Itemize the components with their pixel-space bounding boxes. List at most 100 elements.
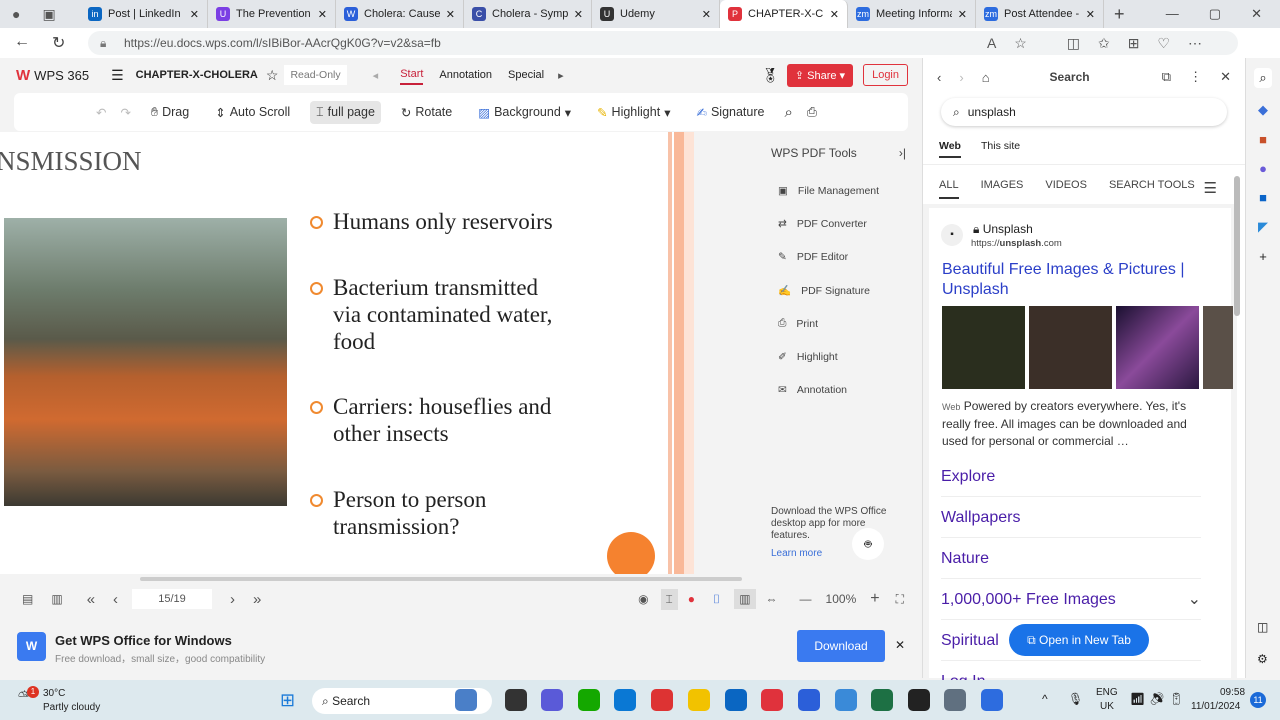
region[interactable]: UK (1100, 701, 1114, 712)
taskbar-app-icon[interactable] (651, 689, 673, 711)
taskbar-app-icon[interactable] (688, 689, 710, 711)
search-input[interactable]: ⌕ unsplash (941, 98, 1227, 126)
add-icon[interactable]: + (1259, 249, 1267, 264)
browser-tab[interactable]: zm Post Attendee - ✕ (976, 0, 1104, 28)
zoom-out-icon[interactable]: — (800, 592, 812, 606)
browser-tab[interactable]: in Post | LinkedIn ✕ (80, 0, 208, 28)
outlook-icon[interactable]: ■ (1259, 190, 1267, 205)
assistant-bot-icon[interactable]: 🤖︎ (852, 528, 884, 560)
tag-icon[interactable]: ◆ (1258, 102, 1268, 118)
result-title-link[interactable]: Beautiful Free Images & Pictures | Unspl… (942, 260, 1212, 300)
split-screen-icon[interactable]: ◫ (1257, 620, 1268, 634)
fullscreen-icon[interactable]: ⛶ (896, 592, 904, 607)
taskbar-app-icon[interactable] (944, 689, 966, 711)
image-thumbnail[interactable] (1116, 306, 1199, 389)
background-button[interactable]: ▨ Background ▾ (472, 101, 577, 124)
taskbar-app-icon[interactable] (835, 689, 857, 711)
search-icon[interactable]: ⌕ (1254, 68, 1272, 88)
refresh-icon[interactable]: ↻ (52, 33, 65, 53)
last-page-icon[interactable]: » (253, 591, 261, 608)
pdf-tool-item[interactable]: ▣ File Management (760, 174, 910, 207)
related-link[interactable]: Wallpapers (941, 497, 1201, 538)
fit-page-icon[interactable]: ⌶ (660, 588, 678, 610)
prev-page-icon[interactable]: ‹ (113, 591, 118, 608)
clock-time[interactable]: 09:58 (1220, 687, 1245, 698)
scope-this-site[interactable]: This site (981, 140, 1020, 158)
language[interactable]: ENG (1096, 687, 1118, 698)
home-icon[interactable]: ⌂ (982, 70, 990, 85)
close-tab-icon[interactable]: ✕ (830, 8, 839, 21)
star-icon[interactable]: ☆ (266, 67, 279, 84)
tab-actions-icon[interactable]: ▣ (42, 6, 55, 23)
horizontal-scrollbar[interactable] (140, 577, 742, 581)
page-number-input[interactable]: 15/19 (132, 589, 213, 609)
taskbar-app-icon[interactable] (505, 689, 527, 711)
drag-button[interactable]: ✋︎ Drag (145, 101, 195, 124)
image-thumbnail[interactable] (942, 306, 1025, 389)
taskbar-app-icon[interactable] (761, 689, 783, 711)
highlight-button[interactable]: ✎ Highlight ▾ (591, 101, 676, 124)
back-icon[interactable]: ← (14, 33, 30, 51)
close-tab-icon[interactable]: ✕ (1086, 8, 1095, 21)
search-tab[interactable]: ALL (939, 179, 959, 199)
close-tab-icon[interactable]: ✕ (958, 8, 967, 21)
toolbox-icon[interactable]: ■ (1259, 132, 1267, 147)
taskbar-app-icon[interactable] (614, 689, 636, 711)
clock-date[interactable]: 11/01/2024 (1191, 701, 1240, 712)
hamburger-icon[interactable]: ☰ (1204, 179, 1217, 197)
close-tab-icon[interactable]: ✕ (190, 8, 199, 21)
print-icon[interactable]: ⎙ (807, 105, 817, 120)
taskbar-app-icon[interactable] (578, 689, 600, 711)
profile-icon[interactable]: ● (12, 6, 20, 23)
browser-tab[interactable]: zm Meeting Informa ✕ (848, 0, 976, 28)
start-icon[interactable]: ⊞ (280, 690, 295, 711)
url-field[interactable]: 🔒︎ https://eu.docs.wps.com/l/sIBiBor-AAcr… (88, 31, 1238, 55)
mic-icon[interactable]: 🎙︎ (1068, 692, 1083, 706)
single-page-icon[interactable]: ⌷ (713, 592, 720, 607)
zoom-in-icon[interactable]: + (870, 590, 879, 608)
menu-annotation[interactable]: Annotation (439, 69, 492, 81)
close-tab-icon[interactable]: ✕ (446, 8, 455, 21)
menu-special[interactable]: Special (508, 69, 544, 81)
send-icon[interactable]: ◤ (1258, 219, 1268, 235)
taskbar-app-icon[interactable] (908, 689, 930, 711)
close-icon[interactable]: ✕ (1220, 69, 1231, 85)
eye-icon[interactable]: ◉ (638, 592, 648, 606)
taskbar-app-icon[interactable] (871, 689, 893, 711)
fit-width-icon[interactable]: ⇔ (766, 592, 778, 606)
rotate-button[interactable]: ↻ Rotate (395, 101, 458, 124)
record-icon[interactable]: ● (688, 592, 695, 606)
menu-left-icon[interactable]: ◂ (373, 69, 379, 82)
menu-right-icon[interactable]: ▸ (558, 69, 564, 82)
pdf-tool-item[interactable]: ⎙ Print (760, 307, 910, 340)
taskbar-app-icon[interactable] (725, 689, 747, 711)
browser-actions[interactable]: A☆ ◫✩⊞♡⋯ (987, 31, 1220, 55)
auto-scroll-button[interactable]: ⇕ Auto Scroll (209, 101, 296, 124)
sidebar-scrollbar[interactable] (1234, 176, 1240, 316)
browser-tab[interactable]: U Udemy ✕ (592, 0, 720, 28)
related-link[interactable]: Nature (941, 538, 1201, 579)
search-tab[interactable]: SEARCH TOOLS (1109, 179, 1195, 202)
open-in-new-tab-button[interactable]: ⧉ Open in New Tab (1009, 624, 1149, 656)
undo-icon[interactable]: ↶ (96, 105, 106, 120)
menu-start[interactable]: Start (400, 65, 424, 85)
collapse-icon[interactable]: ›| (899, 146, 906, 160)
copilot-icon[interactable]: ● (1259, 161, 1267, 176)
minimize-button[interactable]: — (1166, 6, 1179, 22)
more-icon[interactable]: ⋮ (1189, 69, 1202, 85)
pdf-tool-item[interactable]: ✉ Annotation (760, 374, 910, 407)
search-icon[interactable]: ⌕ (784, 104, 792, 121)
scope-web[interactable]: Web (939, 140, 961, 158)
maximize-button[interactable]: ▢ (1209, 6, 1221, 22)
close-window-button[interactable]: ✕ (1251, 6, 1262, 22)
taskbar-app-icon[interactable] (798, 689, 820, 711)
taskbar-app-icon[interactable] (455, 689, 477, 711)
close-tab-icon[interactable]: ✕ (318, 8, 327, 21)
notification-badge[interactable]: 11 (1250, 692, 1266, 708)
new-tab-button[interactable]: + (1114, 4, 1125, 25)
redo-icon[interactable]: ↷ (120, 105, 130, 120)
download-button[interactable]: Download (797, 630, 885, 662)
signature-button[interactable]: ✍︎ Signature (690, 101, 770, 124)
browser-tab[interactable]: P CHAPTER-X-CHC ✕ (720, 0, 848, 28)
tray-chevron-icon[interactable]: ^ (1042, 692, 1048, 706)
